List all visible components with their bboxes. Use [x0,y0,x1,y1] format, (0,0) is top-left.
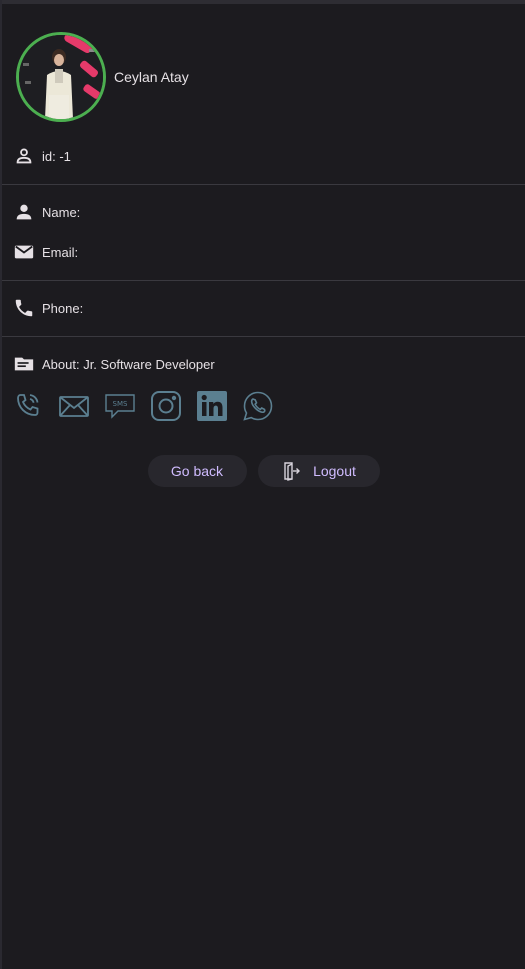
instagram-icon[interactable] [150,390,182,422]
logout-label: Logout [313,463,356,479]
phone-row: Phone: [12,295,525,321]
phone-icon [12,296,36,320]
divider [2,184,525,185]
top-bar [2,0,525,4]
email-label: Email: [42,244,79,260]
divider [2,280,525,281]
action-buttons: Go back Logout [2,455,525,487]
name-row: Name: [12,199,525,225]
sms-label: SMS [113,400,128,408]
phone-label: Phone: [42,300,84,316]
logout-icon [281,461,301,481]
logout-button[interactable]: Logout [257,455,380,487]
id-value: id: -1 [42,148,71,164]
about-row: About: Jr. Software Developer [12,351,525,377]
app-screen: Ceylan Atay id: -1 Name: Email: Phone: A… [0,0,525,969]
profile-name: Ceylan Atay [114,69,189,85]
whatsapp-icon[interactable] [242,390,274,422]
go-back-label: Go back [170,463,224,479]
phone-call-icon[interactable] [12,390,44,422]
divider [2,336,525,337]
person-outline-icon [12,144,36,168]
social-links: SMS [12,390,288,422]
id-row: id: -1 [12,143,525,169]
profile-header: Ceylan Atay [16,32,189,122]
name-label: Name: [42,204,81,220]
sms-icon[interactable]: SMS [104,390,136,422]
email-icon[interactable] [58,390,90,422]
go-back-button[interactable]: Go back [147,455,247,487]
mail-icon [12,240,36,264]
description-icon [12,352,36,376]
avatar[interactable] [16,32,106,122]
person-icon [12,200,36,224]
email-row: Email: [12,239,525,265]
avatar-photo [19,35,103,119]
linkedin-icon[interactable] [196,390,228,422]
about-text: About: Jr. Software Developer [42,356,215,372]
